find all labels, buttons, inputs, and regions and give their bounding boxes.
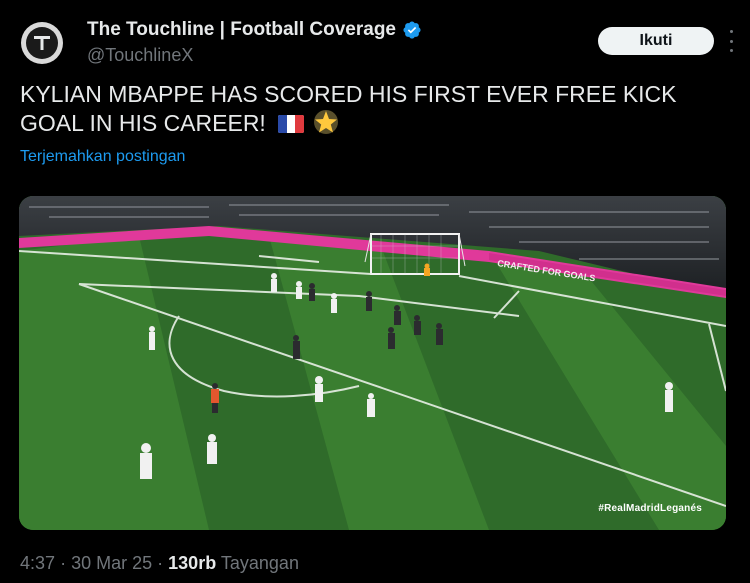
avatar[interactable] bbox=[21, 22, 63, 64]
tweet-time[interactable]: 4:37 bbox=[20, 553, 55, 573]
meta-separator: · bbox=[157, 553, 164, 573]
tweet-media-video[interactable]: CRAFTED FOR GOALS #RealMadridLeganés bbox=[19, 196, 726, 530]
view-count: 130rb bbox=[168, 553, 217, 573]
translate-post-link[interactable]: Terjemahkan postingan bbox=[20, 148, 185, 166]
football-match-frame: CRAFTED FOR GOALS bbox=[19, 196, 726, 530]
verified-badge-icon bbox=[403, 21, 421, 39]
tweet-date[interactable]: 30 Mar 25 bbox=[71, 553, 152, 573]
follow-button[interactable]: Ikuti bbox=[598, 27, 714, 55]
glowing-star-icon bbox=[313, 110, 338, 134]
france-flag-icon bbox=[278, 115, 305, 133]
media-hashtag-overlay: #RealMadridLeganés bbox=[598, 503, 702, 514]
author-name-row[interactable]: The Touchline | Football Coverage bbox=[87, 19, 422, 41]
more-options-icon[interactable] bbox=[724, 30, 738, 52]
author-display-name[interactable]: The Touchline | Football Coverage bbox=[87, 19, 396, 41]
meta-separator: · bbox=[60, 553, 67, 573]
tweet-body: KYLIAN MBAPPE HAS SCORED HIS FIRST EVER … bbox=[20, 81, 677, 136]
tweet-meta: 4:37 · 30 Mar 25 · 130rb Tayangan bbox=[20, 553, 299, 574]
author-handle[interactable]: @TouchlineX bbox=[87, 45, 193, 66]
tweet-text: KYLIAN MBAPPE HAS SCORED HIS FIRST EVER … bbox=[20, 80, 720, 138]
avatar-logo bbox=[26, 27, 58, 59]
views-label: Tayangan bbox=[220, 553, 299, 573]
touchline-logo-icon bbox=[34, 36, 50, 50]
